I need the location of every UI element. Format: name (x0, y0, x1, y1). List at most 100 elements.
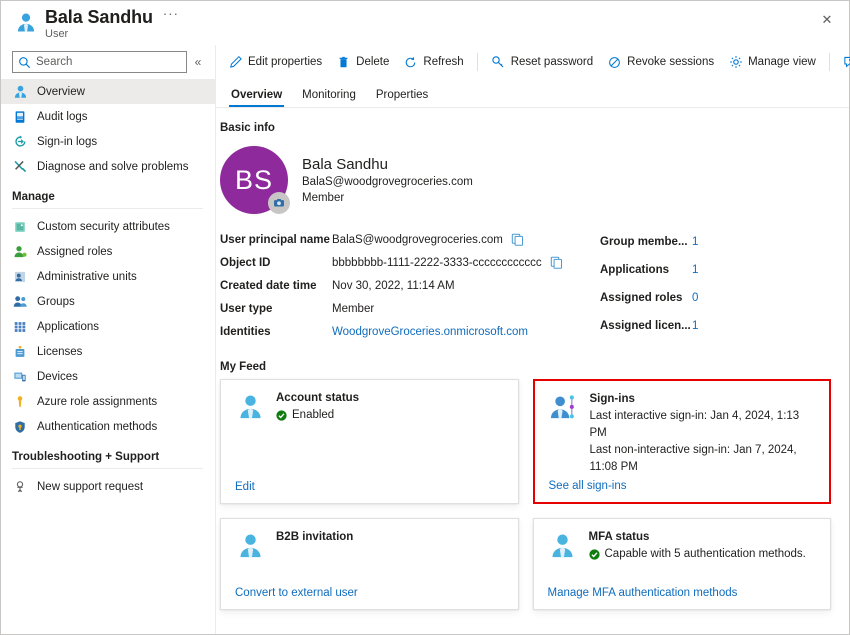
sidebar-group-troubleshooting: Troubleshooting + Support (1, 439, 215, 466)
tab-overview[interactable]: Overview (221, 89, 292, 107)
button-label: Revoke sessions (627, 56, 714, 68)
user-avatar-icon (235, 531, 265, 561)
card-status-text: Enabled (292, 407, 334, 424)
sidebar-item-label: Devices (37, 371, 78, 383)
search-box[interactable] (12, 51, 187, 73)
sidebar-item-administrative-units[interactable]: Administrative units (1, 264, 215, 289)
sidebar-item-devices[interactable]: Devices (1, 364, 215, 389)
search-icon (18, 56, 32, 69)
card-title: Account status (276, 392, 504, 404)
sidebar-divider (12, 208, 203, 209)
properties-left-column: User principal name BalaS@woodgrovegroce… (220, 228, 590, 343)
gear-icon (728, 55, 743, 70)
user-icon (15, 11, 37, 33)
property-value: Member (332, 303, 374, 315)
property-count[interactable]: 1 (692, 320, 698, 332)
sidebar-item-azure-role-assignments[interactable]: Azure role assignments (1, 389, 215, 414)
refresh-icon (403, 55, 418, 70)
collapse-sidebar-button[interactable]: « (187, 55, 209, 69)
sidebar-item-authentication-methods[interactable]: Authentication methods (1, 414, 215, 439)
sidebar-item-label: Custom security attributes (37, 221, 170, 233)
edit-link[interactable]: Edit (235, 473, 504, 493)
sign-ins-card[interactable]: Sign-ins Last interactive sign-in: Jan 4… (533, 379, 832, 504)
card-top: B2B invitation (235, 531, 504, 561)
sidebar-item-new-support-request[interactable]: New support request (1, 474, 215, 499)
sidebar-item-assigned-roles[interactable]: Assigned roles (1, 239, 215, 264)
sidebar-item-audit-logs[interactable]: Audit logs (1, 104, 215, 129)
property-label: Object ID (220, 257, 332, 269)
close-button[interactable]: ✕ (813, 7, 841, 33)
tab-bar: Overview Monitoring Properties (216, 79, 849, 108)
card-title: Sign-ins (590, 393, 816, 405)
applications-icon (12, 319, 28, 335)
sidebar-item-overview[interactable]: Overview (1, 79, 215, 104)
sidebar-item-diagnose-and-solve-problems[interactable]: Diagnose and solve problems (1, 154, 215, 179)
command-bar: Edit properties Delete (216, 45, 849, 79)
card-title: B2B invitation (276, 531, 504, 543)
profile-text: Bala Sandhu BalaS@woodgrovegroceries.com… (302, 155, 473, 206)
property-value: Nov 30, 2022, 11:14 AM (332, 280, 455, 292)
profile-user-type: Member (302, 190, 473, 206)
trash-icon (336, 55, 351, 70)
b2b-invitation-card[interactable]: B2B invitation Convert to external user (220, 518, 519, 610)
edit-properties-button[interactable]: Edit properties (221, 49, 329, 75)
sidebar-item-groups[interactable]: Groups (1, 289, 215, 314)
property-row-created-date-time: Created date time Nov 30, 2022, 11:14 AM (220, 274, 590, 297)
profile-name: Bala Sandhu (302, 155, 473, 174)
see-all-sign-ins-link[interactable]: See all sign-ins (549, 476, 816, 492)
property-row-user-type: User type Member (220, 297, 590, 320)
delete-button[interactable]: Delete (329, 49, 396, 75)
custom-security-attributes-icon (12, 219, 28, 235)
authentication-methods-icon (12, 419, 28, 435)
property-count[interactable]: 1 (692, 236, 698, 248)
sidebar-item-licenses[interactable]: Licenses (1, 339, 215, 364)
sidebar-divider (12, 468, 203, 469)
tab-properties[interactable]: Properties (366, 89, 438, 107)
copy-icon[interactable] (511, 233, 524, 246)
account-status-card[interactable]: Account status Enabled (220, 379, 519, 504)
convert-to-external-user-link[interactable]: Convert to external user (235, 579, 504, 599)
sidebar-item-sign-in-logs[interactable]: Sign-in logs (1, 129, 215, 154)
user-overview-window: Bala Sandhu ··· User ✕ (0, 0, 850, 635)
last-non-interactive-signin: Last non-interactive sign-in: Jan 7, 202… (590, 442, 816, 476)
identities-link[interactable]: WoodgroveGroceries.onmicrosoft.com (332, 326, 528, 338)
property-count[interactable]: 0 (692, 292, 698, 304)
property-row-user-principal-name: User principal name BalaS@woodgrovegroce… (220, 228, 590, 251)
reset-password-button[interactable]: Reset password (484, 49, 600, 75)
card-status-line: Capable with 5 authentication methods. (589, 546, 817, 563)
sidebar-item-label: Assigned roles (37, 246, 112, 258)
manage-view-button[interactable]: Manage view (721, 49, 823, 75)
sidebar-item-label: Authentication methods (37, 421, 157, 433)
card-top: MFA status Capable with 5 authenticatio (548, 531, 817, 563)
user-avatar-icon (235, 392, 265, 422)
sidebar-item-label: Overview (37, 86, 85, 98)
search-input[interactable] (36, 56, 186, 68)
my-feed-grid: Account status Enabled (220, 379, 833, 610)
property-label: Created date time (220, 280, 332, 292)
refresh-button[interactable]: Refresh (396, 49, 470, 75)
copy-icon[interactable] (550, 256, 563, 269)
sidebar-item-applications[interactable]: Applications (1, 314, 215, 339)
sidebar: « Overview (1, 45, 216, 634)
mfa-status-card[interactable]: MFA status Capable with 5 authenticatio (533, 518, 832, 610)
feedback-icon (843, 55, 850, 70)
property-count[interactable]: 1 (692, 264, 698, 276)
basic-info-heading: Basic info (220, 122, 833, 134)
manage-mfa-methods-link[interactable]: Manage MFA authentication methods (548, 579, 817, 599)
my-feed-heading: My Feed (220, 361, 833, 373)
sidebar-item-label: Licenses (37, 346, 82, 358)
window-body: « Overview (1, 45, 849, 634)
tab-monitoring[interactable]: Monitoring (292, 89, 366, 107)
sidebar-item-custom-security-attributes[interactable]: Custom security attributes (1, 214, 215, 239)
property-row-group-memberships: Group membe... 1 (600, 228, 833, 256)
got-feedback-button[interactable]: Got feedback? (836, 49, 850, 75)
administrative-units-icon (12, 269, 28, 285)
diagnose-icon (12, 159, 28, 175)
property-row-applications: Applications 1 (600, 256, 833, 284)
command-separator (477, 53, 478, 71)
card-status-text: Capable with 5 authentication methods. (605, 546, 806, 563)
more-options-button[interactable]: ··· (163, 8, 179, 26)
sidebar-item-label: Audit logs (37, 111, 88, 123)
revoke-sessions-button[interactable]: Revoke sessions (600, 49, 721, 75)
camera-icon[interactable] (268, 192, 290, 214)
